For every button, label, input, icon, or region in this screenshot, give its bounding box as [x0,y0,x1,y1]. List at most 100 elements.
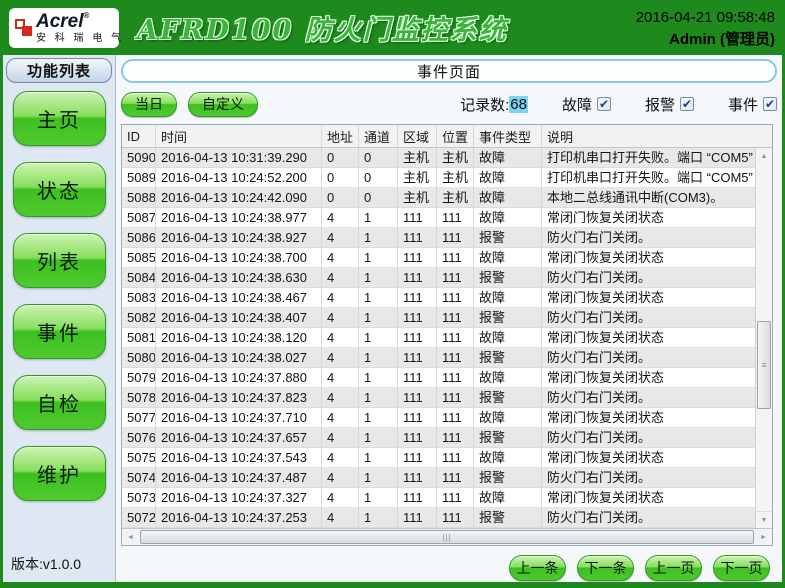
horizontal-scrollbar-thumb[interactable]: ||| [140,530,754,544]
table-row[interactable]: 5084 2016-04-13 10:24:38.630 4 1 111 111 报警 防火门… [122,268,755,288]
cell-pos: 111 [437,388,474,408]
table-row[interactable]: 5090 2016-04-13 10:31:39.290 0 0 主机 主机 故障 打印机串口… [122,148,755,168]
sidebar-item-4[interactable]: 自检 [12,375,106,430]
cell-area: 111 [398,348,437,368]
sidebar-item-3[interactable]: 事件 [12,304,106,359]
filter-controls: 当日 自定义 记录数: 68 故障 ✔ 报警 ✔ 事件 ✔ [121,91,777,117]
cell-time: 2016-04-13 10:24:37.253 [156,508,322,528]
cell-channel: 1 [359,468,398,488]
table-row[interactable]: 5081 2016-04-13 10:24:38.120 4 1 111 111 故障 常闭门… [122,328,755,348]
sidebar-item-1[interactable]: 状态 [12,162,106,217]
cell-area: 111 [398,288,437,308]
cell-time: 2016-04-13 10:24:38.700 [156,248,322,268]
cell-id: 5074 [122,468,156,488]
sidebar-item-0[interactable]: 主页 [12,91,106,146]
sidebar-nav: 主页状态列表事件自检维护 [12,91,106,501]
column-header-time[interactable]: 时间 [156,125,322,147]
today-button[interactable]: 当日 [121,91,177,117]
sidebar-item-2[interactable]: 列表 [12,233,106,288]
column-header-channel[interactable]: 通道 [359,125,398,147]
table-header-row: ID 时间 地址 通道 区域 位置 事件类型 说明 [122,125,772,148]
record-count-value[interactable]: 68 [509,95,528,113]
horizontal-scrollbar[interactable]: ◄ ||| ► [122,528,772,545]
prev-page-button[interactable]: 上一页 [645,555,702,581]
cell-pos: 主机 [437,188,474,208]
cell-addr: 4 [322,448,359,468]
cell-time: 2016-04-13 10:24:37.657 [156,428,322,448]
column-header-desc[interactable]: 说明 [542,125,772,147]
table-row[interactable]: 5078 2016-04-13 10:24:37.823 4 1 111 111 报警 防火门… [122,388,755,408]
sidebar-item-5[interactable]: 维护 [12,446,106,501]
cell-addr: 4 [322,268,359,288]
table-row[interactable]: 5072 2016-04-13 10:24:37.253 4 1 111 111 报警 防火门… [122,508,755,528]
table-row[interactable]: 5074 2016-04-13 10:24:37.487 4 1 111 111 报警 防火门… [122,468,755,488]
table-row[interactable]: 5085 2016-04-13 10:24:38.700 4 1 111 111 故障 常闭门… [122,248,755,268]
cell-time: 2016-04-13 10:24:38.027 [156,348,322,368]
cell-id: 5089 [122,168,156,188]
cell-desc: 防火门右门关闭。 [542,428,755,448]
cell-type: 报警 [474,268,542,288]
column-header-addr[interactable]: 地址 [322,125,359,147]
table-row[interactable]: 5073 2016-04-13 10:24:37.327 4 1 111 111 故障 常闭门… [122,488,755,508]
cell-area: 111 [398,368,437,388]
table-row[interactable]: 5088 2016-04-13 10:24:42.090 0 0 主机 主机 故障 本地二总线… [122,188,755,208]
checkbox-icon[interactable]: ✔ [596,97,611,111]
cell-time: 2016-04-13 10:24:38.467 [156,288,322,308]
cell-desc: 常闭门恢复关闭状态 [542,488,755,508]
cell-channel: 1 [359,408,398,428]
custom-range-button[interactable]: 自定义 [188,91,258,117]
scroll-up-icon[interactable]: ▲ [756,148,772,165]
cell-type: 故障 [474,288,542,308]
column-header-pos[interactable]: 位置 [437,125,474,147]
cell-id: 5083 [122,288,156,308]
cell-type: 故障 [474,488,542,508]
cell-type: 故障 [474,148,542,168]
cell-pos: 主机 [437,168,474,188]
table-row[interactable]: 5087 2016-04-13 10:24:38.977 4 1 111 111 故障 常闭门… [122,208,755,228]
table-row[interactable]: 5080 2016-04-13 10:24:38.027 4 1 111 111 报警 防火门… [122,348,755,368]
cell-channel: 1 [359,268,398,288]
checkbox-icon[interactable]: ✔ [679,97,694,111]
cell-channel: 1 [359,348,398,368]
table-row[interactable]: 5079 2016-04-13 10:24:37.880 4 1 111 111 故障 常闭门… [122,368,755,388]
cell-addr: 0 [322,188,359,208]
table-row[interactable]: 5075 2016-04-13 10:24:37.543 4 1 111 111 故障 常闭门… [122,448,755,468]
vertical-scrollbar-thumb[interactable]: ≡ [757,321,771,409]
event-table-body: 5090 2016-04-13 10:31:39.290 0 0 主机 主机 故障 打印机串口… [122,148,755,528]
table-row[interactable]: 5082 2016-04-13 10:24:38.407 4 1 111 111 报警 防火门… [122,308,755,328]
cell-id: 5085 [122,248,156,268]
next-page-button[interactable]: 下一页 [713,555,770,581]
scroll-left-icon[interactable]: ◄ [122,529,139,545]
vertical-scrollbar[interactable]: ▲ ≡ ▼ [755,148,772,528]
cell-pos: 111 [437,408,474,428]
checkbox-icon[interactable]: ✔ [763,97,777,111]
column-header-type[interactable]: 事件类型 [474,125,542,147]
scroll-down-icon[interactable]: ▼ [756,511,772,528]
table-row[interactable]: 5089 2016-04-13 10:24:52.200 0 0 主机 主机 故障 打印机串口… [122,168,755,188]
checkbox-label: 事件 [727,96,758,114]
cell-type: 报警 [474,228,542,248]
app-window: Acrel® 安 科 瑞 电 气 AFRD100 防火门监控系统 2016-04… [0,0,785,588]
table-row[interactable]: 5076 2016-04-13 10:24:37.657 4 1 111 111 报警 防火门… [122,428,755,448]
cell-area: 111 [398,248,437,268]
cell-time: 2016-04-13 10:24:42.090 [156,188,322,208]
table-row[interactable]: 5077 2016-04-13 10:24:37.710 4 1 111 111 故障 常闭门… [122,408,755,428]
sidebar-heading: 功能列表 [6,58,112,83]
table-row[interactable]: 5083 2016-04-13 10:24:38.467 4 1 111 111 故障 常闭门… [122,288,755,308]
prev-item-button[interactable]: 上一条 [509,555,566,581]
cell-time: 2016-04-13 10:24:38.927 [156,228,322,248]
cell-addr: 4 [322,308,359,328]
table-row[interactable]: 5086 2016-04-13 10:24:38.927 4 1 111 111 报警 防火门… [122,228,755,248]
cell-addr: 0 [322,168,359,188]
cell-pos: 111 [437,448,474,468]
cell-desc: 常闭门恢复关闭状态 [542,208,755,228]
scroll-right-icon[interactable]: ► [755,529,772,545]
column-header-area[interactable]: 区域 [398,125,437,147]
cell-time: 2016-04-13 10:24:52.200 [156,168,322,188]
cell-desc: 常闭门恢复关闭状态 [542,448,755,468]
cell-area: 主机 [398,168,437,188]
app-title: AFRD100 防火门监控系统 [137,15,508,46]
cell-channel: 0 [359,168,398,188]
column-header-id[interactable]: ID [122,125,156,147]
next-item-button[interactable]: 下一条 [577,555,634,581]
